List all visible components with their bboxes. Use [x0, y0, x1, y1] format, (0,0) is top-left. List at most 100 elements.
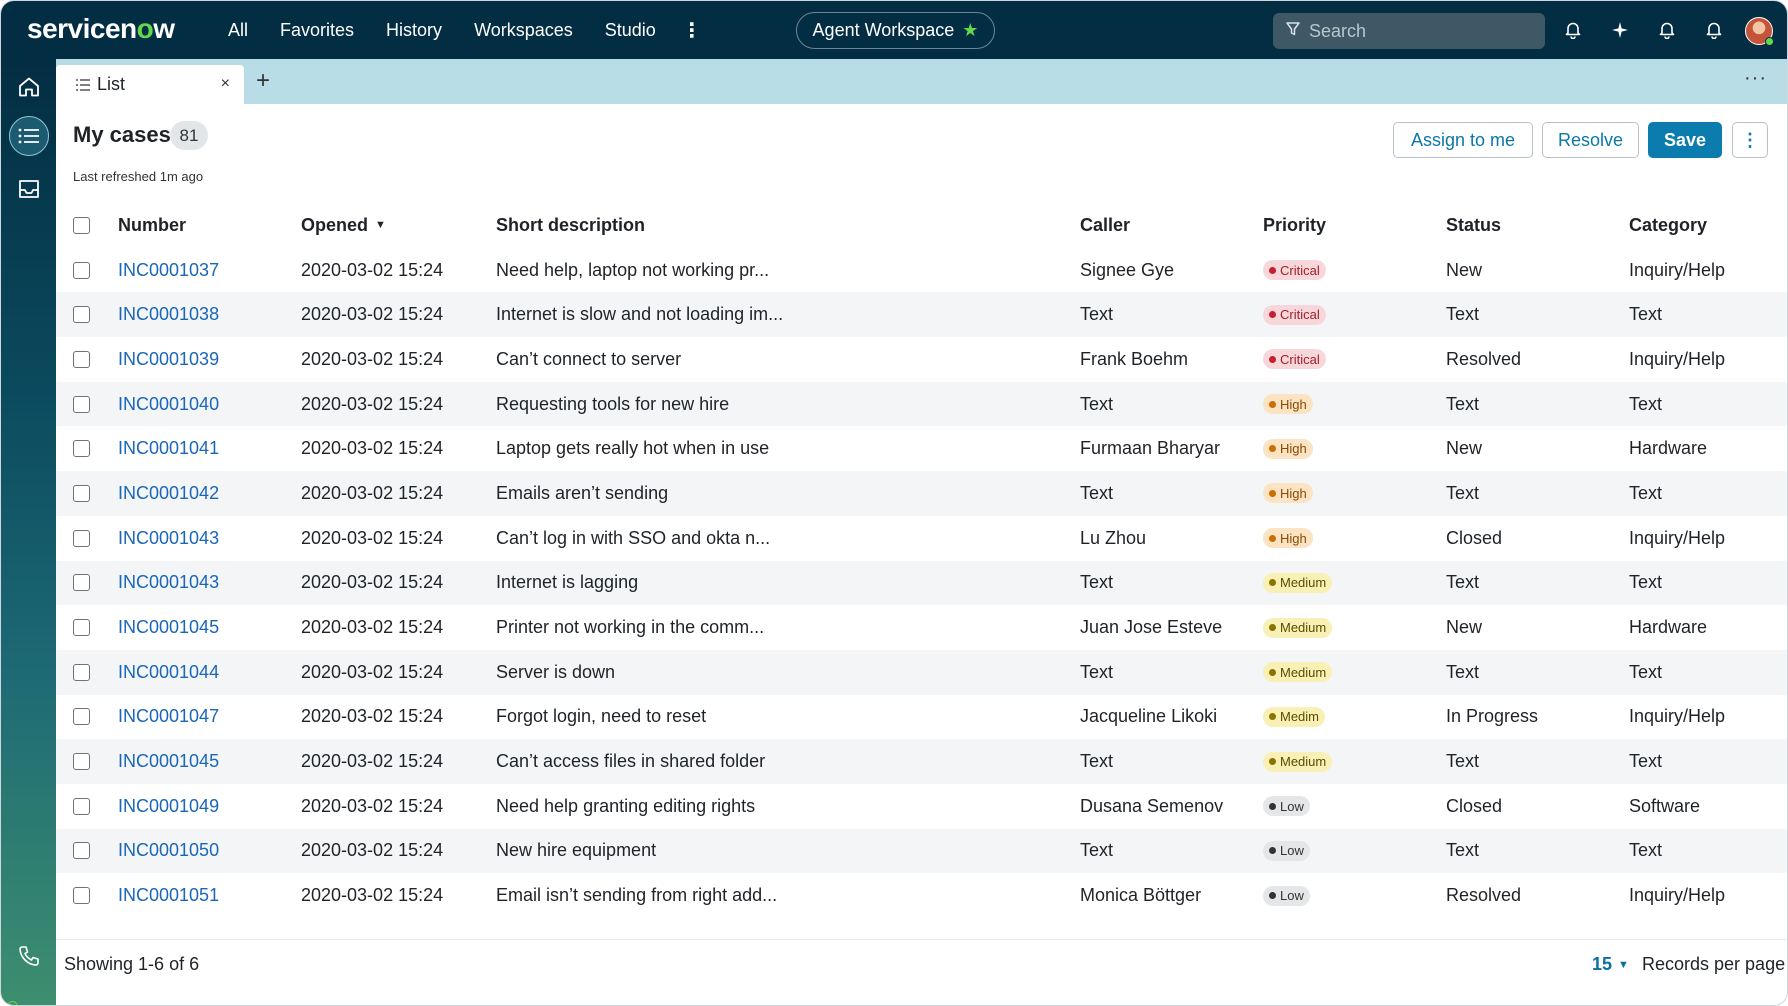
list-lines-icon [76, 78, 90, 91]
add-tab-icon[interactable]: + [256, 67, 270, 95]
category-value: Inquiry/Help [1629, 527, 1726, 548]
records-per-page-select[interactable]: 15 ▼ [1592, 954, 1629, 975]
search-input[interactable] [1309, 20, 1529, 42]
row-checkbox[interactable] [73, 574, 90, 592]
priority-dot-icon [1269, 713, 1276, 721]
case-number-link[interactable]: INC0001043 [118, 561, 219, 606]
table-row[interactable]: INC0001047 2020-03-02 15:24 Forgot login, … [56, 695, 1787, 740]
category-value: Text [1629, 751, 1663, 772]
status-value: Text [1446, 661, 1480, 682]
caller-name: Juan Jose Esteve [1080, 617, 1223, 638]
nav-history[interactable]: History [370, 20, 458, 41]
more-actions-button[interactable]: ⋮ [1732, 122, 1768, 158]
priority-badge: Medium [1263, 662, 1333, 683]
cases-table: Number Opened ▼ Short description Caller … [56, 203, 1787, 918]
nav-workspaces[interactable]: Workspaces [458, 20, 589, 41]
assign-to-me-button[interactable]: Assign to me [1393, 122, 1533, 158]
nav-favorites[interactable]: Favorites [264, 20, 370, 41]
short-description: Internet is slow and not loading im... [496, 304, 784, 325]
column-header-caller[interactable]: Caller [1080, 203, 1130, 248]
row-checkbox[interactable] [73, 440, 90, 458]
table-row[interactable]: INC0001050 2020-03-02 15:24 New hire equip… [56, 828, 1787, 874]
table-row[interactable]: INC0001043 2020-03-02 15:24 Internet is la… [56, 560, 1787, 606]
home-icon[interactable] [9, 67, 49, 107]
case-number-link[interactable]: INC0001040 [118, 382, 219, 427]
case-number-link[interactable]: INC0001044 [118, 650, 219, 695]
case-number-link[interactable]: INC0001051 [118, 873, 219, 918]
save-button[interactable]: Save [1648, 122, 1722, 158]
row-checkbox[interactable] [73, 484, 90, 502]
table-row[interactable]: INC0001045 2020-03-02 15:24 Can’t access f… [56, 739, 1787, 784]
case-number-link[interactable]: INC0001050 [118, 829, 219, 874]
resolve-button[interactable]: Resolve [1542, 122, 1639, 158]
row-checkbox[interactable] [73, 842, 90, 860]
case-number-link[interactable]: INC0001038 [118, 292, 219, 337]
table-row[interactable]: INC0001041 2020-03-02 15:24 Laptop gets re… [56, 426, 1787, 471]
alert-icon[interactable] [1703, 19, 1725, 41]
star-icon[interactable]: ★ [962, 20, 978, 41]
case-number-link[interactable]: INC0001039 [118, 337, 219, 382]
case-number-link[interactable]: INC0001049 [118, 784, 219, 829]
workspace-switcher[interactable]: Agent Workspace ★ [796, 12, 995, 49]
case-number-link[interactable]: INC0001045 [118, 605, 219, 650]
close-tab-icon[interactable]: × [221, 75, 230, 93]
case-number-link[interactable]: INC0001041 [118, 426, 219, 471]
opened-date: 2020-03-02 15:24 [301, 482, 444, 503]
case-number-link[interactable]: INC0001037 [118, 248, 219, 293]
table-row[interactable]: INC0001040 2020-03-02 15:24 Requesting too… [56, 381, 1787, 427]
caller-name: Dusana Semenov [1080, 795, 1224, 816]
column-header-category[interactable]: Category [1629, 203, 1707, 248]
nav-studio[interactable]: Studio [589, 20, 672, 41]
servicenow-logo[interactable]: servicenow [27, 13, 175, 45]
row-checkbox[interactable] [73, 395, 90, 413]
list-icon[interactable] [9, 116, 49, 156]
priority-dot-icon [1269, 355, 1276, 363]
row-checkbox[interactable] [73, 619, 90, 637]
case-number-link[interactable]: INC0001043 [118, 516, 219, 561]
global-search[interactable] [1273, 13, 1545, 49]
table-row[interactable]: INC0001051 2020-03-02 15:24 Email isn’t se… [56, 873, 1787, 918]
case-number-link[interactable]: INC0001042 [118, 471, 219, 516]
row-checkbox[interactable] [73, 797, 90, 815]
table-row[interactable]: INC0001042 2020-03-02 15:24 Emails aren’t … [56, 471, 1787, 516]
sparkle-icon[interactable] [1609, 19, 1631, 41]
column-header-opened[interactable]: Opened ▼ [301, 203, 386, 248]
row-checkbox[interactable] [73, 887, 90, 905]
select-all-checkbox[interactable] [73, 216, 90, 234]
row-checkbox[interactable] [73, 350, 90, 368]
column-header-priority[interactable]: Priority [1263, 203, 1326, 248]
phone-icon[interactable] [9, 936, 49, 976]
tab-more-icon[interactable]: ··· [1744, 67, 1767, 90]
table-row[interactable]: INC0001038 2020-03-02 15:24 Internet is sl… [56, 292, 1787, 338]
column-header-number[interactable]: Number [118, 203, 186, 248]
table-row[interactable]: INC0001049 2020-03-02 15:24 Need help gran… [56, 784, 1787, 829]
table-row[interactable]: INC0001044 2020-03-02 15:24 Server is down… [56, 649, 1787, 695]
row-checkbox[interactable] [73, 261, 90, 279]
case-number-link[interactable]: INC0001045 [118, 739, 219, 784]
pagination-summary: Showing 1-6 of 6 [64, 954, 200, 974]
row-checkbox[interactable] [73, 708, 90, 726]
inbox-icon[interactable] [9, 169, 49, 209]
category-value: Software [1629, 795, 1701, 816]
chevron-down-icon: ▼ [1618, 958, 1629, 971]
row-checkbox[interactable] [73, 663, 90, 681]
bell-icon[interactable] [1562, 19, 1584, 41]
column-header-status[interactable]: Status [1446, 203, 1501, 248]
row-checkbox[interactable] [73, 529, 90, 547]
row-checkbox[interactable] [73, 306, 90, 324]
short-description: Email isn’t sending from right add... [496, 885, 778, 906]
tab-list[interactable]: List × [56, 65, 244, 104]
table-row[interactable]: INC0001045 2020-03-02 15:24 Printer not wo… [56, 605, 1787, 650]
case-number-link[interactable]: INC0001047 [118, 695, 219, 740]
notification-icon[interactable] [1656, 19, 1678, 41]
table-row[interactable]: INC0001043 2020-03-02 15:24 Can’t log in w… [56, 516, 1787, 561]
table-row[interactable]: INC0001039 2020-03-02 15:24 Can’t connect … [56, 337, 1787, 382]
row-checkbox[interactable] [73, 753, 90, 771]
opened-date: 2020-03-02 15:24 [301, 795, 444, 816]
nav-more-icon[interactable]: ⋮ [672, 18, 712, 43]
nav-all[interactable]: All [212, 20, 264, 41]
table-row[interactable]: INC0001037 2020-03-02 15:24 Need help, lap… [56, 248, 1787, 293]
column-header-description[interactable]: Short description [496, 203, 645, 248]
priority-dot-icon [1269, 266, 1276, 274]
opened-date: 2020-03-02 15:24 [301, 706, 444, 727]
